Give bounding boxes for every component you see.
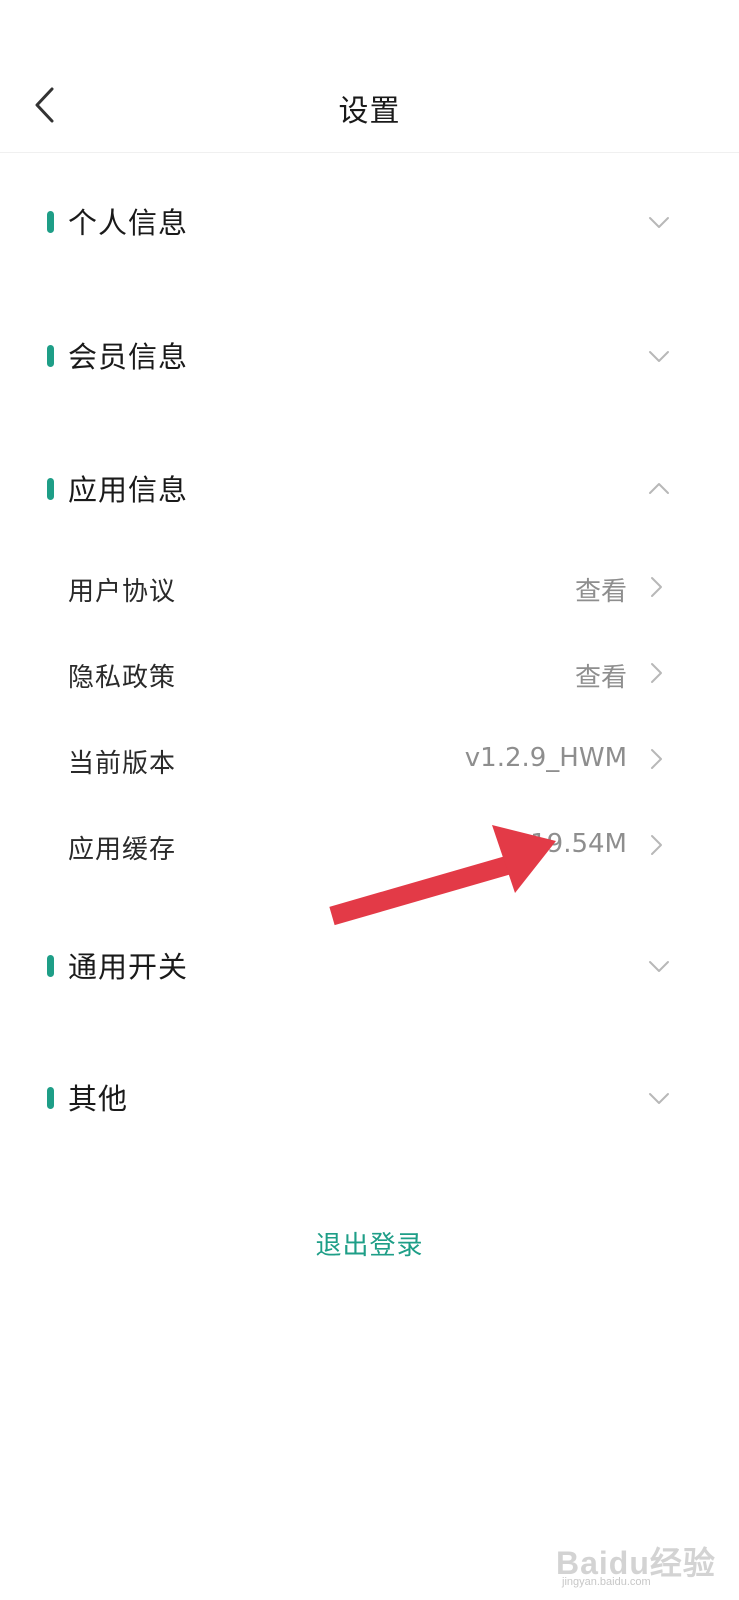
section-accent-bar [47,1087,54,1109]
section-member-info[interactable]: 会员信息 [0,320,739,390]
section-title: 应用信息 [68,473,189,507]
nav-bar: 设置 [0,60,739,153]
chevron-down-icon [649,961,669,972]
item-privacy-policy[interactable]: 隐私政策 查看 [0,641,739,705]
item-label: 当前版本 [68,749,177,779]
item-current-version[interactable]: 当前版本 v1.2.9_HWM [0,727,739,791]
page-title: 设置 [338,94,401,129]
item-label: 应用缓存 [68,835,177,865]
item-value: v1.2.9_HWM [464,743,627,773]
watermark-sub: jingyan.baidu.com [562,1576,651,1588]
item-label: 用户协议 [68,577,177,607]
chevron-right-icon [651,577,662,597]
watermark-logo: Baidu经验 jingyan.baidu.com [556,1538,726,1594]
logout-button[interactable]: 退出登录 [0,1225,739,1262]
chevron-right-icon [651,663,662,683]
chevron-down-icon [649,351,669,362]
item-value: 查看 [574,577,627,607]
item-value: 查看 [574,663,627,693]
section-accent-bar [47,478,54,500]
section-personal-info[interactable]: 个人信息 [0,186,739,256]
section-accent-bar [47,211,54,233]
section-title: 个人信息 [68,206,189,240]
chevron-right-icon [651,749,662,769]
section-other[interactable]: 其他 [0,1062,739,1132]
chevron-down-icon [649,1093,669,1104]
item-value: 19.54M [530,829,627,859]
section-title: 其他 [68,1082,129,1116]
item-label: 隐私政策 [68,663,177,693]
section-accent-bar [47,345,54,367]
item-user-agreement[interactable]: 用户协议 查看 [0,555,739,619]
chevron-up-icon [649,483,669,494]
chevron-down-icon [649,217,669,228]
section-accent-bar [47,955,54,977]
section-title: 会员信息 [68,340,189,374]
chevron-right-icon [651,835,662,855]
section-app-info[interactable]: 应用信息 [0,453,739,523]
item-app-cache[interactable]: 应用缓存 19.54M [0,813,739,877]
section-title: 通用开关 [68,950,189,984]
section-general-switches[interactable]: 通用开关 [0,930,739,1000]
